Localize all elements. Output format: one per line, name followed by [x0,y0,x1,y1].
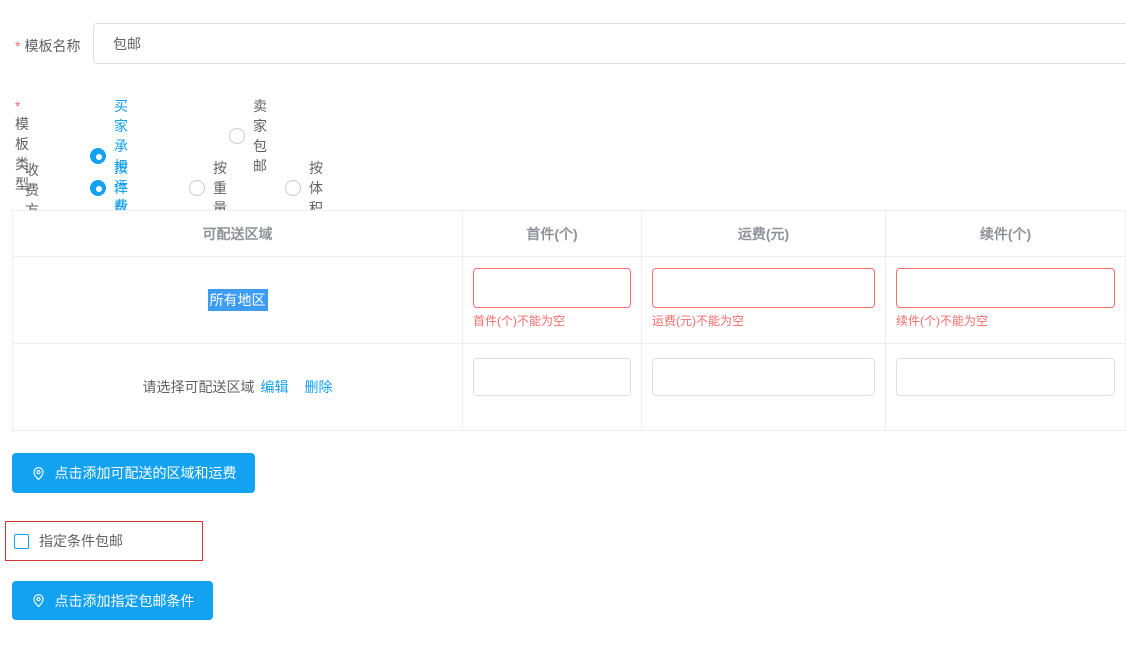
required-asterisk: * [15,98,20,114]
conditional-free-shipping-checkbox[interactable] [14,534,29,549]
add-region-fee-button[interactable]: 点击添加可配送的区域和运费 [12,453,255,493]
radio-label: 按体积 [309,158,323,218]
fee-input[interactable] [652,358,875,396]
template-name-label-text: 模板名称 [24,38,80,54]
first-item-input-error[interactable] [473,268,631,308]
required-asterisk: * [15,38,20,54]
radio-by-weight[interactable]: 按重量 [189,158,227,218]
add-free-shipping-condition-button[interactable]: 点击添加指定包邮条件 [12,581,213,620]
region-all-areas-selected-text[interactable]: 所有地区 [208,289,268,311]
additional-item-cell [886,344,1125,430]
radio-label: 按件数 [114,158,128,218]
table-row-region-cell: 所有地区 [13,257,463,344]
radio-unselected-icon [285,180,301,196]
first-item-cell: 首件(个)不能为空 [463,257,642,344]
header-delivery-region: 可配送区域 [13,211,463,257]
add-region-fee-button-label: 点击添加可配送的区域和运费 [55,463,237,483]
radio-label: 卖家包邮 [253,96,267,176]
radio-selected-icon [90,180,106,196]
header-additional-item: 续件(个) [886,211,1125,257]
first-item-error-message: 首件(个)不能为空 [473,314,631,328]
radio-unselected-icon [229,128,245,144]
radio-label: 按重量 [213,158,227,218]
add-free-shipping-condition-button-label: 点击添加指定包邮条件 [55,591,195,611]
shipping-template-form: *模板名称 *模板类型 买家承担运费 卖家包邮 收费方式 按件数 按重量 按体积 [0,0,1126,666]
header-fee: 运费(元) [642,211,886,257]
header-first-item: 首件(个) [463,211,642,257]
first-item-cell [463,344,642,430]
radio-by-quantity[interactable]: 按件数 [90,158,128,218]
additional-item-input[interactable] [896,358,1115,396]
additional-item-cell: 续件(个)不能为空 [886,257,1125,344]
table-row-region-cell: 请选择可配送区域 编辑 删除 [13,344,463,430]
additional-item-input-error[interactable] [896,268,1115,308]
location-pin-icon [31,593,46,608]
delete-region-link[interactable]: 删除 [305,377,333,397]
additional-item-error-message: 续件(个)不能为空 [896,314,1115,328]
select-region-text: 请选择可配送区域 [143,377,255,397]
template-name-label: *模板名称 [15,36,80,56]
radio-unselected-icon [189,180,205,196]
fee-input-error[interactable] [652,268,875,308]
radio-by-volume[interactable]: 按体积 [285,158,323,218]
first-item-input[interactable] [473,358,631,396]
conditional-free-shipping-box: 指定条件包邮 [5,521,203,561]
fee-cell: 运费(元)不能为空 [642,257,886,344]
template-name-input[interactable] [93,23,1126,64]
shipping-fee-table: 可配送区域 首件(个) 运费(元) 续件(个) 所有地区 首件(个)不能为空 运… [12,210,1126,431]
location-pin-icon [31,466,46,481]
radio-seller-free-shipping[interactable]: 卖家包邮 [229,96,267,176]
fee-error-message: 运费(元)不能为空 [652,314,875,328]
edit-region-link[interactable]: 编辑 [261,377,289,397]
conditional-free-shipping-label: 指定条件包邮 [39,531,123,551]
fee-cell [642,344,886,430]
